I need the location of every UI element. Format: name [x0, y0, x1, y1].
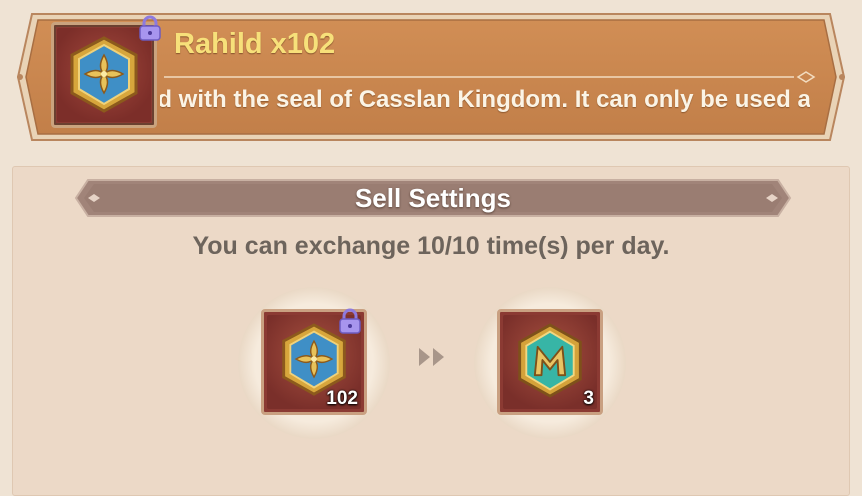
sell-settings-title: Sell Settings: [354, 183, 512, 213]
double-chevron-right-icon: [419, 348, 444, 366]
item-title: Rahild x102: [174, 28, 336, 60]
rahild-hexagon-medal-icon: [70, 36, 138, 113]
item-description: ed with the seal of Casslan Kingdom. It …: [160, 86, 810, 113]
m-emblem-token-icon: [518, 323, 582, 398]
reward-item-count: 3: [583, 388, 594, 409]
lock-icon: [139, 15, 161, 41]
item-info-banner: Rahild x102 ed with the seal of Casslan …: [14, 10, 848, 144]
reward-item-slot[interactable]: 3: [497, 309, 603, 415]
sell-item-slot[interactable]: 102: [261, 308, 367, 415]
exchange-limit-text: You can exchange 10/10 time(s) per day.: [192, 232, 670, 260]
item-description-ticker: ed with the seal of Casslan Kingdom. It …: [160, 86, 810, 120]
item-icon-frame: [51, 15, 161, 128]
sell-item-count: 102: [326, 388, 358, 409]
lock-icon: [339, 308, 361, 334]
